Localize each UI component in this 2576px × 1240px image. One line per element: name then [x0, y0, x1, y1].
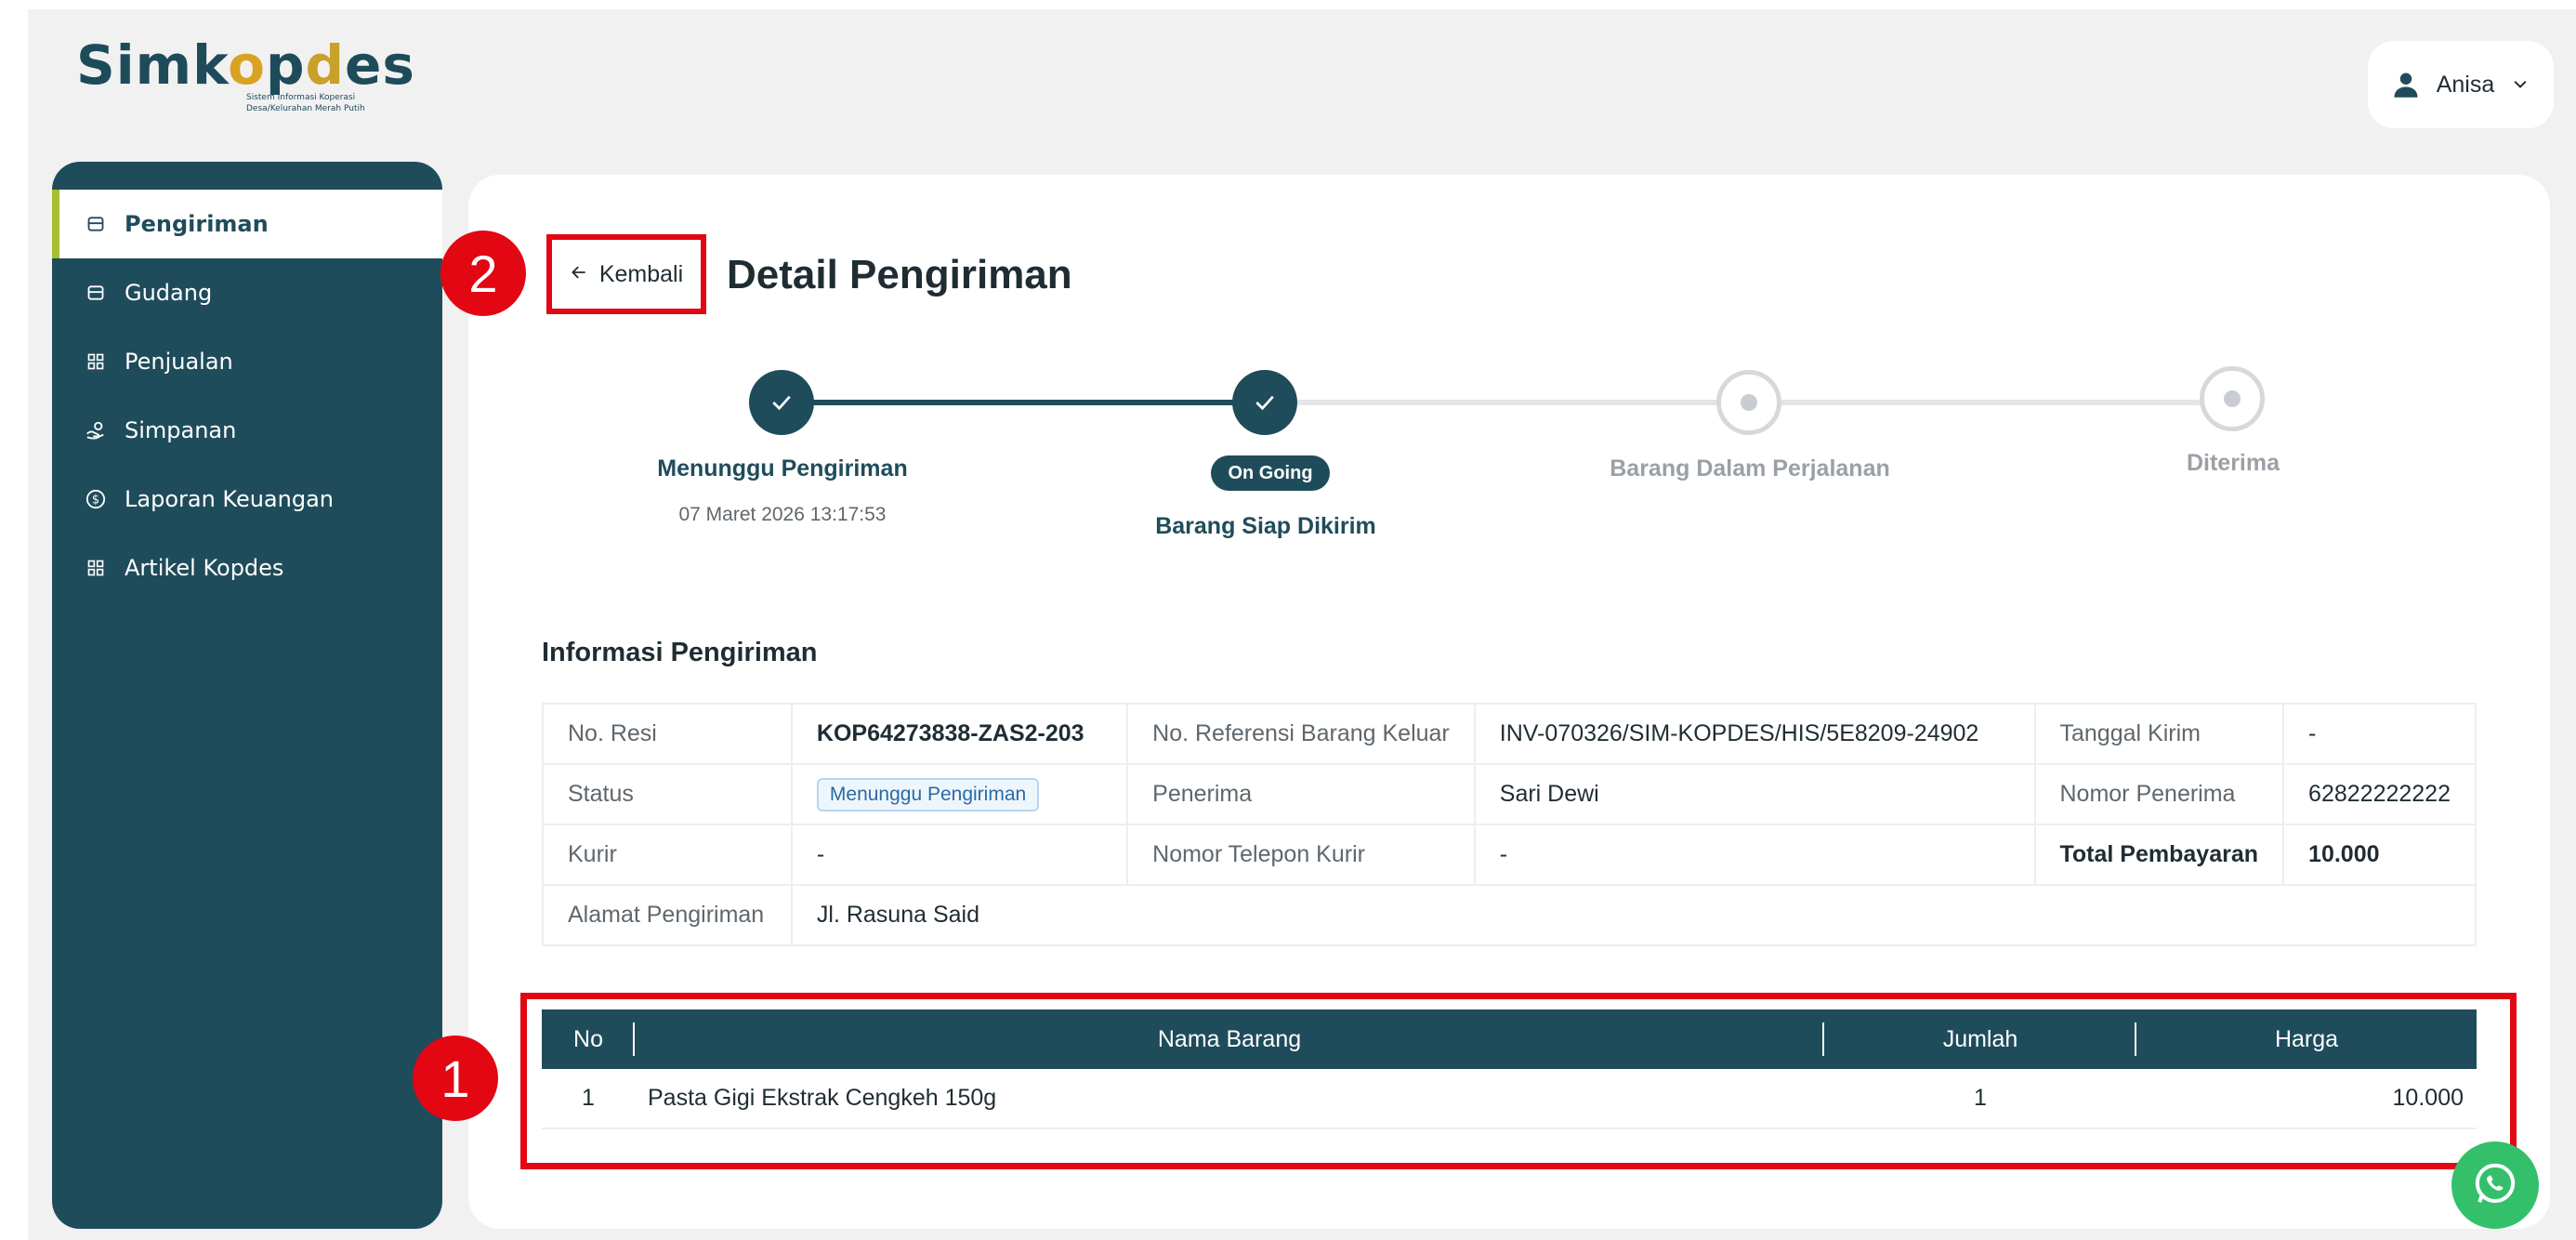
value-kurir: - [790, 824, 1129, 886]
sidebar-item-pengiriman[interactable]: Pengiriman [52, 190, 442, 258]
step-label: Diterima [2186, 450, 2280, 476]
label-no-resi: No. Resi [542, 703, 793, 765]
value-penerima: Sari Dewi [1473, 763, 2036, 825]
whatsapp-icon [2470, 1159, 2520, 1212]
label-ref: No. Referensi Barang Keluar [1126, 703, 1476, 765]
sidebar-item-gudang[interactable]: Gudang [52, 258, 442, 327]
status-badge: Menunggu Pengiriman [816, 777, 1040, 811]
annotation-badge-1: 1 [413, 1036, 498, 1121]
value-tanggal-kirim: - [2282, 703, 2477, 765]
value-total-pembayaran: 10.000 [2282, 824, 2477, 886]
page-title: Detail Pengiriman [727, 252, 1072, 297]
chevron-down-icon [2511, 75, 2530, 94]
value-alamat: Jl. Rasuna Said [790, 884, 2477, 946]
stepper-line-done [784, 400, 1268, 405]
label-alamat: Alamat Pengiriman [542, 884, 793, 946]
table-row: Kurir - Nomor Telepon Kurir - Total Pemb… [542, 824, 2477, 886]
sidebar-item-label: Simpanan [125, 417, 237, 443]
back-button[interactable]: Kembali [569, 260, 684, 288]
dot-icon [2224, 390, 2241, 407]
items-table: No Nama Barang Jumlah Harga 1 Pasta Gigi… [542, 1009, 2477, 1129]
user-name: Anisa [2436, 71, 2495, 98]
value-status: Menunggu Pengiriman [790, 763, 1129, 825]
step-label: Barang Siap Dikirim [1155, 513, 1376, 539]
whatsapp-chat-button[interactable] [2451, 1141, 2539, 1229]
box-icon [85, 283, 106, 303]
logo-wordmark: Simkopdes [76, 33, 415, 97]
sidebar-item-label: Artikel Kopdes [125, 555, 284, 581]
sidebar: Pengiriman Gudang Penjualan Simpanan $ L… [52, 162, 442, 1229]
sidebar-item-artikel-kopdes[interactable]: Artikel Kopdes [52, 534, 442, 602]
cell-jumlah: 1 [1824, 1069, 2136, 1129]
step-done-circle [749, 370, 814, 435]
check-icon [772, 395, 791, 411]
step-status-badge: On Going [1211, 455, 1330, 491]
user-icon [2392, 71, 2420, 99]
logo-tagline-1: Sistem Informasi Koperasi [246, 93, 356, 102]
box-icon [85, 214, 106, 234]
sidebar-item-laporan-keuangan[interactable]: $ Laporan Keuangan [52, 465, 442, 534]
column-header-harga: Harga [2136, 1009, 2477, 1069]
label-total-pembayaran: Total Pembayaran [2033, 824, 2285, 886]
step-date: 07 Maret 2026 13:17:53 [678, 504, 887, 525]
shipment-progress-stepper: Menunggu Pengiriman 07 Maret 2026 13:17:… [595, 363, 2565, 567]
back-button-label: Kembali [598, 260, 684, 287]
table-header-row: No Nama Barang Jumlah Harga [542, 1009, 2477, 1069]
grid-icon [85, 351, 106, 372]
hand-coins-icon [85, 420, 106, 441]
section-title-info: Informasi Pengiriman [542, 638, 818, 667]
value-nomor-penerima: 62822222222 [2282, 763, 2477, 825]
sidebar-item-label: Pengiriman [125, 211, 269, 237]
cell-nama-barang: Pasta Gigi Ekstrak Cengkeh 150g [635, 1069, 1824, 1129]
table-row: 1 Pasta Gigi Ekstrak Cengkeh 150g 1 10.0… [542, 1069, 2477, 1129]
arrow-left-icon [570, 261, 588, 288]
step-label: Menunggu Pengiriman [657, 455, 908, 481]
column-header-jumlah: Jumlah [1824, 1009, 2136, 1069]
annotation-frame-back: Kembali [546, 234, 706, 314]
column-header-nama-barang: Nama Barang [635, 1009, 1824, 1069]
table-row: No. Resi KOP64273838-ZAS2-203 No. Refere… [542, 703, 2477, 765]
value-no-resi: KOP64273838-ZAS2-203 [790, 703, 1129, 765]
cell-no: 1 [542, 1069, 635, 1129]
sidebar-item-simpanan[interactable]: Simpanan [52, 396, 442, 465]
page: Simkopdes Sistem Informasi Koperasi Desa… [0, 0, 2576, 1240]
user-menu-button[interactable]: Anisa [2368, 41, 2554, 128]
sidebar-item-penjualan[interactable]: Penjualan [52, 327, 442, 396]
label-kurir: Kurir [542, 824, 793, 886]
step-pending-circle [2200, 366, 2265, 431]
app-logo[interactable]: Simkopdes Sistem Informasi Koperasi Desa… [76, 33, 415, 119]
table-row: Status Menunggu Pengiriman Penerima Sari… [542, 763, 2477, 825]
step-pending-circle [1716, 370, 1781, 435]
value-telp-kurir: - [1473, 824, 2036, 886]
table-row: Alamat Pengiriman Jl. Rasuna Said [542, 884, 2477, 946]
sidebar-item-label: Laporan Keuangan [125, 486, 334, 512]
sidebar-item-label: Gudang [125, 280, 213, 306]
annotation-badge-2: 2 [440, 231, 526, 316]
check-icon [1255, 395, 1274, 411]
cell-harga: 10.000 [2136, 1069, 2477, 1129]
label-telp-kurir: Nomor Telepon Kurir [1126, 824, 1476, 886]
label-nomor-penerima: Nomor Penerima [2033, 763, 2285, 825]
label-tanggal-kirim: Tanggal Kirim [2033, 703, 2285, 765]
shipment-info-table: No. Resi KOP64273838-ZAS2-203 No. Refere… [542, 703, 2477, 946]
step-done-circle [1232, 370, 1297, 435]
sidebar-item-label: Penjualan [125, 349, 233, 375]
dollar-circle-icon: $ [85, 489, 106, 509]
logo-tagline-2: Desa/Kelurahan Merah Putih [246, 104, 365, 113]
step-label: Barang Dalam Perjalanan [1610, 455, 1890, 481]
grid-icon [85, 558, 106, 578]
label-status: Status [542, 763, 793, 825]
column-header-no: No [542, 1009, 635, 1069]
value-ref: INV-070326/SIM-KOPDES/HIS/5E8209-24902 [1473, 703, 2036, 765]
dot-icon [1741, 394, 1757, 411]
label-penerima: Penerima [1126, 763, 1476, 825]
svg-text:$: $ [92, 494, 99, 508]
